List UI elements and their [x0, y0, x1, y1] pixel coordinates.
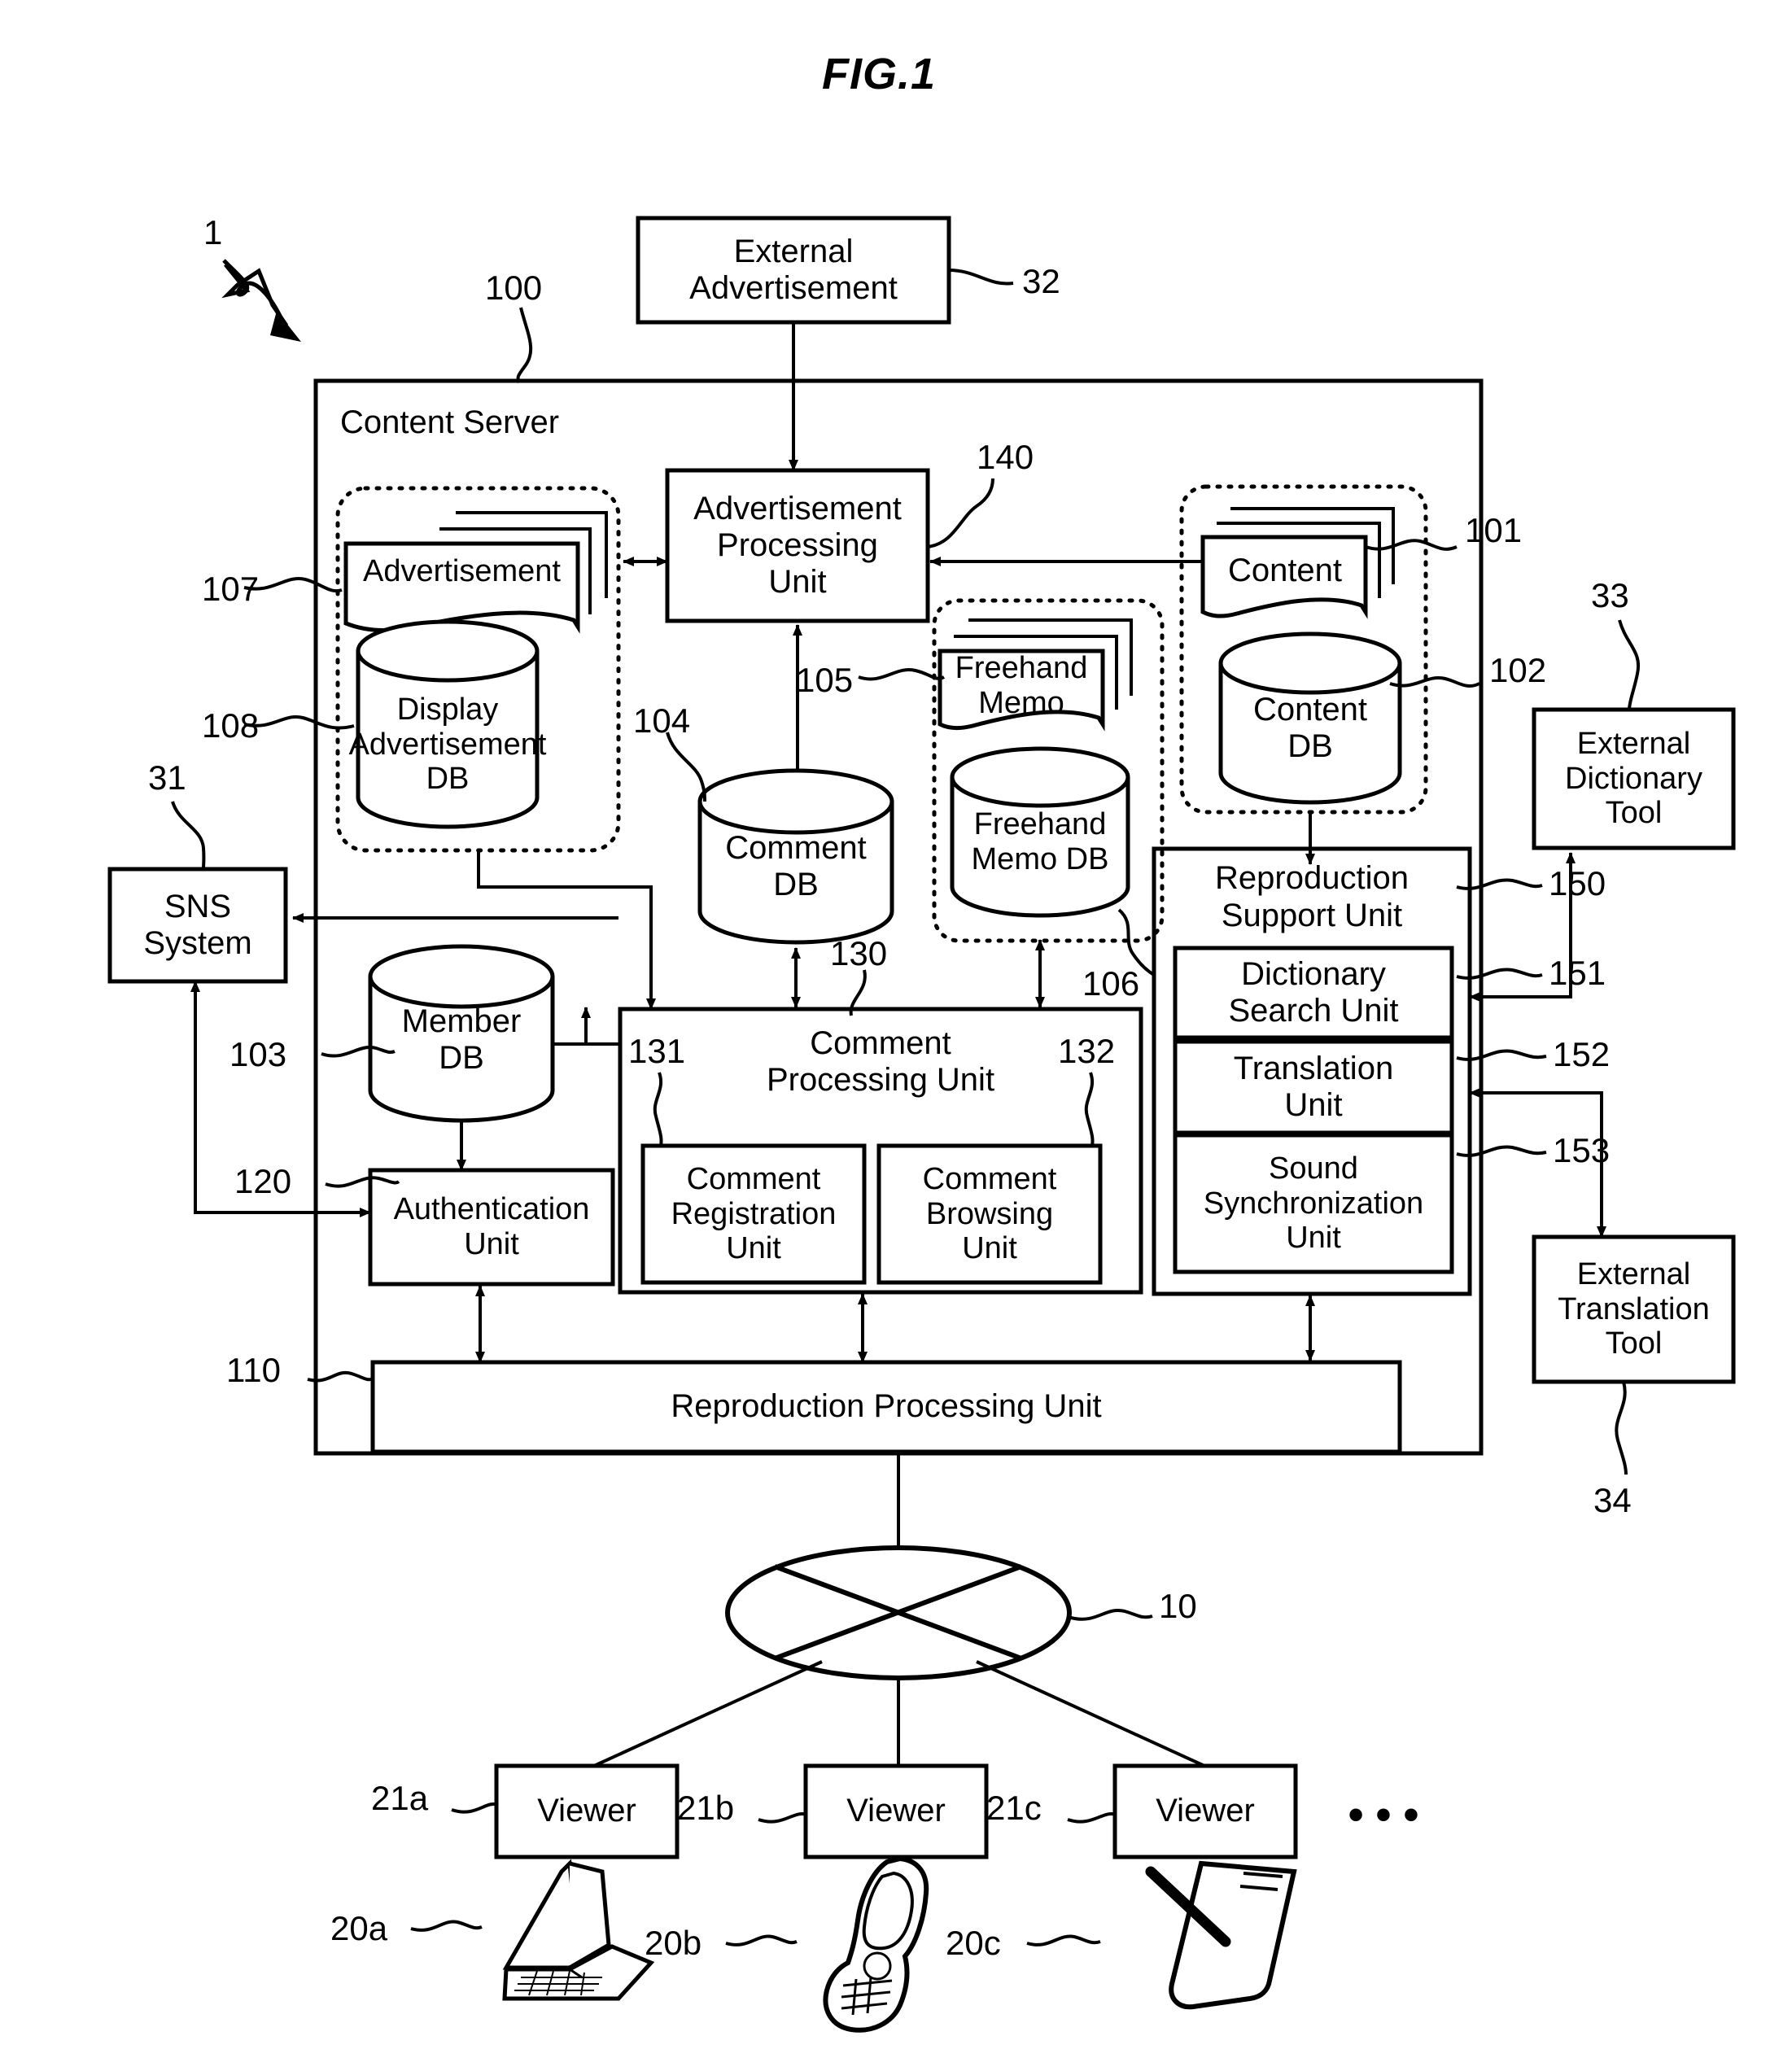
ref-10: 10: [1159, 1587, 1197, 1625]
ref-130: 130: [830, 934, 888, 972]
ref-103: 103: [229, 1035, 287, 1073]
ref-102: 102: [1489, 651, 1547, 689]
ref-20a: 20a: [330, 1909, 388, 1947]
ref-31: 31: [148, 758, 186, 797]
ref-110: 110: [226, 1351, 281, 1389]
ref-140: 140: [977, 438, 1034, 476]
ref-106: 106: [1082, 964, 1140, 1003]
ref-32: 32: [1022, 262, 1060, 300]
ref-152: 152: [1553, 1035, 1611, 1073]
ref-100: 100: [485, 269, 543, 307]
ref-120: 120: [234, 1162, 292, 1200]
ref-105: 105: [796, 661, 854, 699]
ref-33: 33: [1591, 576, 1629, 614]
ref-20c: 20c: [946, 1924, 1001, 1962]
ref-34: 34: [1593, 1481, 1632, 1519]
ref-101: 101: [1465, 511, 1523, 549]
ref-131: 131: [628, 1032, 686, 1070]
ref-21b: 21b: [677, 1789, 735, 1827]
ref-153: 153: [1553, 1131, 1611, 1169]
ref-104: 104: [633, 701, 691, 740]
ref-20b: 20b: [645, 1924, 702, 1962]
ref-21c: 21c: [986, 1789, 1042, 1827]
ref-151: 151: [1549, 954, 1606, 992]
ref-21a: 21a: [371, 1779, 429, 1817]
ref-150: 150: [1549, 864, 1606, 902]
ref-107: 107: [202, 570, 260, 608]
figure-canvas: FIG.1 1 External Advertisement 32 Conten…: [0, 0, 1792, 2071]
ref-108: 108: [202, 706, 260, 745]
ref-132: 132: [1058, 1032, 1116, 1070]
ref-system: 1: [203, 213, 223, 251]
